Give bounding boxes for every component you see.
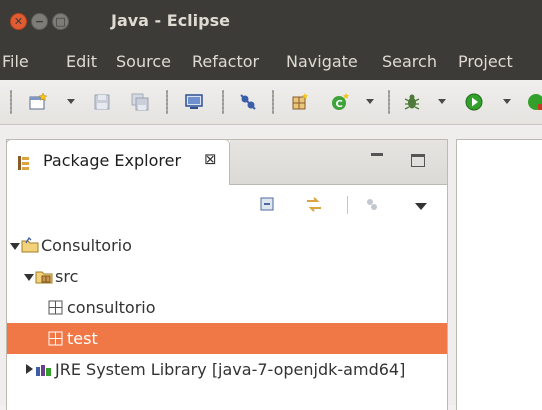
collapse-all-icon[interactable] <box>259 196 277 214</box>
toolbar-separator <box>222 90 224 114</box>
new-java-class-icon[interactable]: C <box>330 92 350 112</box>
new-java-package-icon[interactable] <box>290 92 310 112</box>
close-tab-icon[interactable]: ⊠ <box>204 150 217 168</box>
window-maximize-button[interactable]: □ <box>52 13 69 30</box>
expanded-arrow-icon[interactable] <box>24 274 34 281</box>
save-all-icon[interactable] <box>130 92 150 112</box>
maximize-view-icon[interactable] <box>411 154 425 167</box>
workbench-area: Package Explorer ⊠ Consultorio src consu… <box>0 125 542 410</box>
menu-refactor[interactable]: Refactor <box>192 52 259 71</box>
menu-project[interactable]: Project <box>458 52 513 71</box>
window-close-button[interactable]: ✕ <box>10 13 27 30</box>
external-tools-icon[interactable] <box>526 92 542 112</box>
tree-item-label: src <box>55 267 79 286</box>
toolbar-separator <box>166 90 168 114</box>
new-wizard-icon[interactable] <box>28 92 48 112</box>
view-toolbar-separator <box>347 196 348 214</box>
package-explorer-tab-label: Package Explorer <box>43 151 182 170</box>
tree-item-package-test[interactable]: test <box>7 323 447 354</box>
view-menu-icon[interactable] <box>415 203 427 210</box>
menu-edit[interactable]: Edit <box>66 52 97 71</box>
collapsed-arrow-icon[interactable] <box>26 364 33 374</box>
tree-item-project[interactable]: Consultorio <box>7 230 447 261</box>
title-bar: ✕ − □ Java - Eclipse <box>0 0 542 44</box>
package-explorer-icon <box>18 156 29 170</box>
editor-area[interactable] <box>456 139 542 410</box>
svg-text:C: C <box>336 99 343 110</box>
minimize-view-icon[interactable] <box>371 153 383 156</box>
tree-item-label: test <box>67 329 98 348</box>
run-dropdown-arrow[interactable] <box>503 99 511 104</box>
tree-item-src[interactable]: src <box>7 261 447 292</box>
package-icon <box>48 300 63 315</box>
toolbar-separator <box>10 90 12 114</box>
save-icon[interactable] <box>92 92 112 112</box>
menu-search[interactable]: Search <box>382 52 437 71</box>
run-icon[interactable] <box>464 92 484 112</box>
menu-file[interactable]: File <box>2 52 29 71</box>
new-class-dropdown-arrow[interactable] <box>366 99 374 104</box>
source-folder-icon <box>35 271 53 284</box>
package-icon <box>48 331 63 346</box>
tree-item-label: Consultorio <box>41 236 132 255</box>
tree-item-jre-library[interactable]: JRE System Library [java-7-openjdk-amd64… <box>7 354 447 385</box>
package-explorer-view: Package Explorer ⊠ Consultorio src consu… <box>6 139 448 410</box>
window-title: Java - Eclipse <box>111 11 230 30</box>
window-minimize-button[interactable]: − <box>31 13 48 30</box>
menu-navigate[interactable]: Navigate <box>286 52 358 71</box>
tree-item-package-consultorio[interactable]: consultorio <box>7 292 447 323</box>
library-icon <box>36 365 51 376</box>
tree-item-label: consultorio <box>67 298 156 317</box>
debug-dropdown-arrow[interactable] <box>438 99 446 104</box>
expanded-arrow-icon[interactable] <box>10 243 20 250</box>
project-folder-icon <box>21 237 39 253</box>
package-explorer-tab[interactable]: Package Explorer ⊠ <box>6 139 230 185</box>
main-toolbar: C <box>0 80 542 125</box>
menu-source[interactable]: Source <box>116 52 171 71</box>
menu-bar: File Edit Source Refactor Navigate Searc… <box>0 44 542 80</box>
skip-breakpoints-icon[interactable] <box>238 92 258 112</box>
focus-on-task-icon[interactable] <box>363 196 381 214</box>
debug-icon[interactable] <box>402 92 422 112</box>
link-with-editor-icon[interactable] <box>305 196 323 214</box>
tree-item-label: JRE System Library [java-7-openjdk-amd64… <box>55 360 406 379</box>
open-console-icon[interactable] <box>184 92 204 112</box>
toolbar-separator <box>388 90 390 114</box>
toolbar-separator <box>272 90 274 114</box>
new-dropdown-arrow[interactable] <box>67 99 75 104</box>
